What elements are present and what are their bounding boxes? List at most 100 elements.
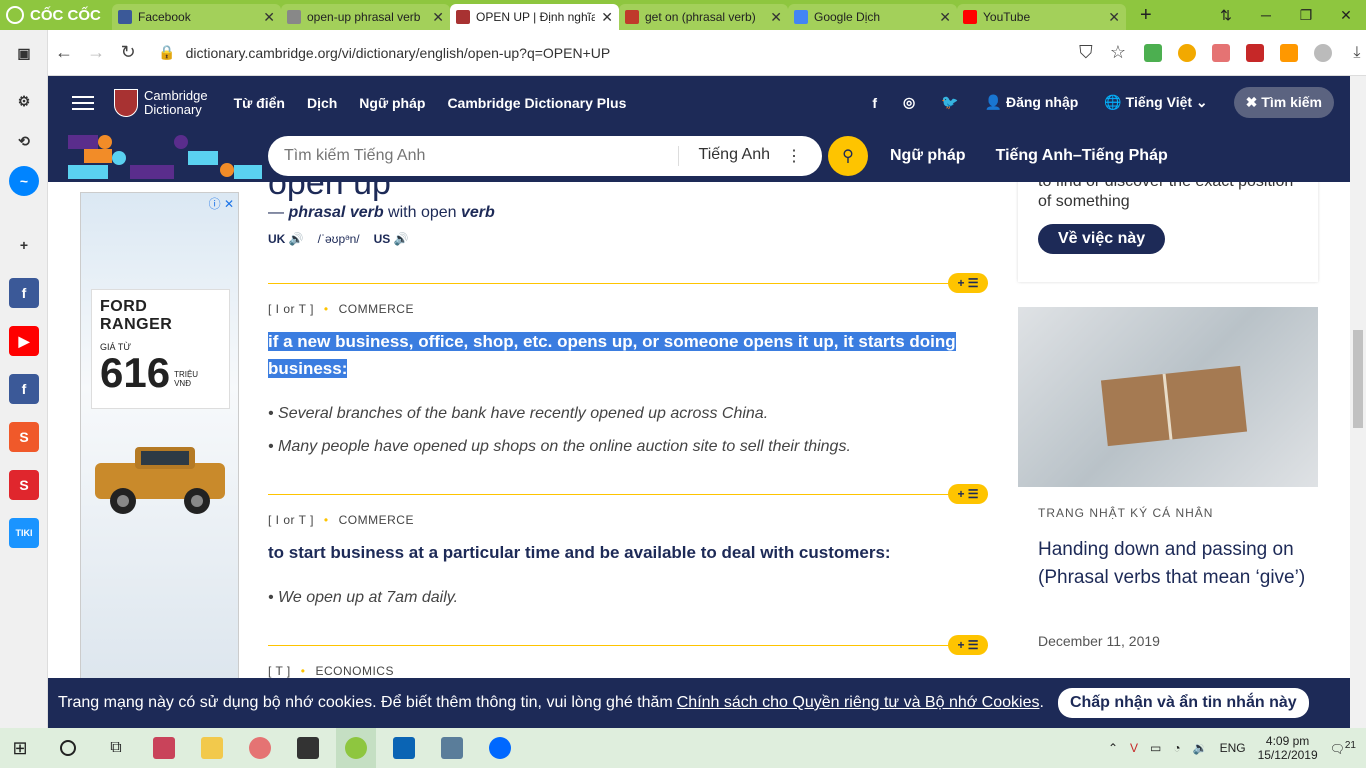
close-tab-icon[interactable]: ✕ bbox=[263, 9, 275, 26]
language-selector[interactable]: 🌐 Tiếng Việt ⌄ bbox=[1104, 94, 1207, 111]
sendo-icon[interactable]: S bbox=[9, 470, 39, 500]
tab-menu-icon[interactable]: ⇅ bbox=[1206, 7, 1246, 24]
login-button[interactable]: 👤 Đăng nhập bbox=[985, 94, 1079, 111]
task-view-icon[interactable]: ⧉ bbox=[96, 728, 136, 768]
tab-get-on[interactable]: get on (phrasal verb) ✕ bbox=[619, 4, 788, 30]
twitter-icon[interactable]: 🐦 bbox=[941, 94, 958, 111]
restore-button[interactable]: ❐ bbox=[1286, 7, 1326, 24]
search-icon[interactable] bbox=[48, 728, 88, 768]
tiki-icon[interactable]: TIKI bbox=[9, 518, 39, 548]
nav-plus[interactable]: Cambridge Dictionary Plus bbox=[447, 95, 626, 111]
add-to-list-button[interactable]: + ☰ bbox=[948, 484, 988, 504]
red-ext-icon[interactable] bbox=[1245, 43, 1264, 62]
example: • Several branches of the bank have rece… bbox=[268, 405, 769, 422]
tab-google-translate[interactable]: Google Dịch ✕ bbox=[788, 4, 957, 30]
truck-image bbox=[95, 447, 225, 514]
accept-cookies-button[interactable]: Chấp nhận và ẩn tin nhắn này bbox=[1057, 688, 1309, 718]
advertisement[interactable]: ⓘ ✕ FORD RANGER GIÁ TỪ 616 TRIỆU VNĐ bbox=[80, 192, 239, 678]
shield-icon[interactable]: ⛉ bbox=[1070, 42, 1102, 63]
search-button[interactable]: ⚲ bbox=[828, 135, 868, 176]
us-audio-button[interactable]: US 🔊 bbox=[374, 232, 409, 246]
search-toggle-button[interactable]: ✖ Tìm kiếm bbox=[1233, 87, 1334, 118]
zalo-icon[interactable] bbox=[480, 728, 520, 768]
settings-icon[interactable]: ⚙ bbox=[9, 86, 39, 116]
paint-app-icon[interactable] bbox=[144, 728, 184, 768]
minimize-button[interactable]: ─ bbox=[1246, 7, 1286, 23]
menu-icon[interactable] bbox=[72, 95, 94, 110]
close-tab-icon[interactable]: ✕ bbox=[939, 9, 951, 26]
facebook-icon[interactable]: f bbox=[872, 95, 877, 111]
blog-headline[interactable]: Handing down and passing on (Phrasal ver… bbox=[1038, 536, 1308, 592]
close-tab-icon[interactable]: ✕ bbox=[1108, 9, 1120, 26]
battery-icon[interactable]: ▭ bbox=[1150, 741, 1161, 755]
tab-facebook[interactable]: Facebook ✕ bbox=[112, 4, 281, 30]
notification-icon[interactable]: 🗨21 bbox=[1330, 740, 1356, 756]
color-ext-icon[interactable] bbox=[1279, 43, 1298, 62]
dictionary-selector[interactable]: Tiếng Anh ⋮ bbox=[677, 145, 822, 166]
add-to-list-button[interactable]: + ☰ bbox=[948, 635, 988, 655]
grammar-label: [ I or T ] • COMMERCE bbox=[268, 302, 414, 316]
main-content: ⓘ ✕ FORD RANGER GIÁ TỪ 616 TRIỆU VNĐ open… bbox=[48, 182, 1350, 678]
tab-openup-search[interactable]: open-up phrasal verb ✕ bbox=[281, 4, 450, 30]
instagram-icon[interactable]: ◎ bbox=[903, 94, 915, 111]
youtube-icon[interactable]: ▶ bbox=[9, 326, 39, 356]
close-tab-icon[interactable]: ✕ bbox=[432, 9, 444, 26]
close-tab-icon[interactable]: ✕ bbox=[770, 9, 782, 26]
site-logo[interactable]: Cambridge Dictionary bbox=[114, 88, 208, 117]
grammar-label: [ I or T ] • COMMERCE bbox=[268, 513, 414, 527]
outlook-icon[interactable] bbox=[384, 728, 424, 768]
scrollbar-thumb[interactable] bbox=[1353, 330, 1363, 428]
facebook-icon[interactable]: f bbox=[9, 278, 39, 308]
close-window-button[interactable]: ✕ bbox=[1326, 7, 1366, 24]
close-tab-icon[interactable]: ✕ bbox=[601, 9, 613, 26]
language-indicator[interactable]: ENG bbox=[1220, 741, 1246, 755]
url-field[interactable]: 🔒 dictionary.cambridge.org/vi/dictionary… bbox=[152, 37, 1070, 69]
back-icon[interactable]: ← bbox=[48, 42, 80, 63]
chrome-ext-icon[interactable] bbox=[1177, 43, 1196, 62]
download-ext-icon[interactable] bbox=[1143, 43, 1162, 62]
add-to-list-button[interactable]: + ☰ bbox=[948, 273, 988, 293]
ad-info-icon[interactable]: ⓘ ✕ bbox=[209, 195, 234, 212]
messenger-icon[interactable]: ~ bbox=[9, 166, 39, 196]
lock-icon: 🔒 bbox=[158, 44, 176, 60]
bookmark-star-icon[interactable]: ☆ bbox=[1102, 42, 1134, 63]
vietkey-icon[interactable]: V bbox=[1130, 741, 1138, 755]
browser-tabbar: CỐC CỐC Facebook ✕ open-up phrasal verb ✕ … bbox=[0, 0, 1366, 30]
ad-card: FORD RANGER GIÁ TỪ 616 TRIỆU VNĐ bbox=[91, 289, 230, 409]
download-icon[interactable]: ⤓ bbox=[1348, 44, 1366, 62]
file-explorer-icon[interactable] bbox=[192, 728, 232, 768]
search-input[interactable] bbox=[268, 146, 678, 165]
coccoc-taskbar-icon[interactable] bbox=[336, 728, 376, 768]
volume-icon[interactable]: 🔉 bbox=[1193, 741, 1208, 755]
adblock-ext-icon[interactable] bbox=[1211, 43, 1230, 62]
snipping-tool-icon[interactable] bbox=[240, 728, 280, 768]
sticky-app-icon[interactable] bbox=[288, 728, 328, 768]
profile-avatar[interactable] bbox=[1313, 43, 1332, 62]
privacy-policy-link[interactable]: Chính sách cho Quyền riêng tư và Bộ nhớ … bbox=[677, 694, 1040, 712]
sidebar-toggle-icon[interactable]: ▣ bbox=[9, 38, 39, 68]
windows-start-icon[interactable]: ⊞ bbox=[0, 728, 40, 768]
link-english-french[interactable]: Tiếng Anh–Tiếng Pháp bbox=[996, 147, 1168, 165]
tab-cambridge-active[interactable]: OPEN UP | Định nghĩa ✕ bbox=[450, 4, 619, 30]
forward-icon[interactable]: → bbox=[80, 42, 112, 63]
tab-youtube[interactable]: YouTube ✕ bbox=[957, 4, 1126, 30]
blog-image[interactable] bbox=[1018, 307, 1318, 487]
link-grammar[interactable]: Ngữ pháp bbox=[890, 147, 966, 165]
add-app-icon[interactable]: + bbox=[9, 230, 39, 260]
history-icon[interactable]: ⟲ bbox=[9, 126, 39, 156]
nav-translate[interactable]: Dịch bbox=[307, 95, 337, 111]
clock[interactable]: 4:09 pm 15/12/2019 bbox=[1258, 734, 1318, 762]
definition: if a new business, office, shop, etc. op… bbox=[268, 332, 956, 378]
shopee-icon[interactable]: S bbox=[9, 422, 39, 452]
uk-audio-button[interactable]: UK 🔊 bbox=[268, 232, 304, 246]
chevron-up-icon[interactable]: ⌃ bbox=[1108, 741, 1118, 755]
nav-grammar[interactable]: Ngữ pháp bbox=[359, 95, 425, 111]
new-tab-button[interactable]: + bbox=[1140, 4, 1152, 27]
photo-app-icon[interactable] bbox=[432, 728, 472, 768]
browser-logo[interactable]: CỐC CỐC bbox=[0, 0, 112, 30]
about-button[interactable]: Về việc này bbox=[1038, 224, 1166, 254]
facebook-icon[interactable]: f bbox=[9, 374, 39, 404]
reload-icon[interactable]: ↻ bbox=[112, 42, 144, 63]
nav-dictionary[interactable]: Từ điển bbox=[234, 95, 285, 111]
wifi-icon[interactable]: ◔ bbox=[1173, 741, 1180, 755]
